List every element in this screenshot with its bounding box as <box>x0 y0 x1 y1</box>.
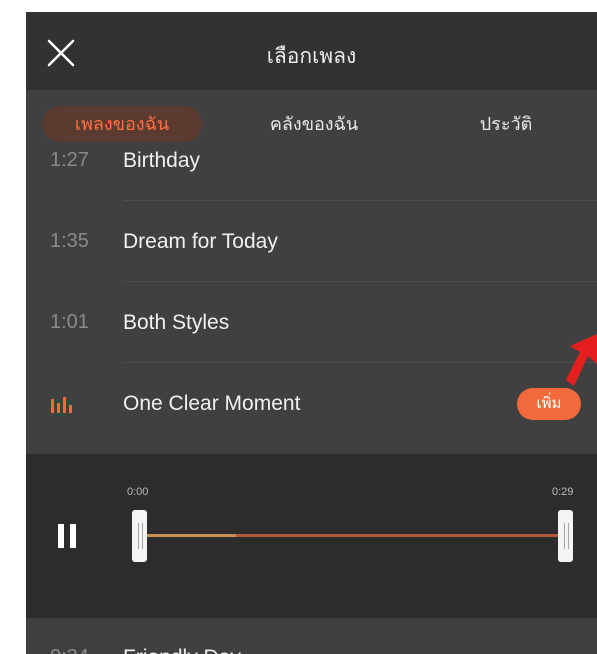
trim-player: 0:00 0:29 <box>26 454 597 618</box>
song-title: Friendly Day <box>123 646 241 654</box>
song-duration: 0:34 <box>50 646 89 654</box>
song-row[interactable]: 1:27 Birthday <box>26 120 597 201</box>
annotation-arrow-icon <box>566 334 597 386</box>
song-row[interactable]: 0:34 Friendly Day <box>26 618 597 654</box>
equalizer-icon <box>51 397 72 413</box>
trim-start-handle[interactable] <box>132 510 147 562</box>
page-title: เลือกเพลง <box>266 45 357 68</box>
song-picker-screen: เลือกเพลง เพลงของฉัน คลังของฉัน ประวัติ … <box>26 12 597 654</box>
song-title: One Clear Moment <box>123 392 301 415</box>
trim-track[interactable] <box>144 534 564 537</box>
song-row-playing[interactable]: One Clear Moment เพิ่ม <box>26 363 597 444</box>
song-title: Dream for Today <box>123 230 278 253</box>
song-duration: 1:27 <box>50 149 89 171</box>
trim-end-time: 0:29 <box>552 486 574 498</box>
pause-button[interactable] <box>56 524 82 552</box>
pause-icon <box>58 524 64 548</box>
song-title: Both Styles <box>123 311 230 334</box>
trim-end-handle[interactable] <box>558 510 573 562</box>
song-row[interactable]: 1:01 Both Styles <box>26 282 597 363</box>
trim-start-time: 0:00 <box>127 486 149 498</box>
add-song-button[interactable]: เพิ่ม <box>517 388 581 420</box>
song-row[interactable]: 1:35 Dream for Today <box>26 201 597 282</box>
song-duration: 1:35 <box>50 230 89 252</box>
song-title: Birthday <box>123 149 201 172</box>
playback-progress <box>144 534 237 537</box>
pause-icon <box>70 524 76 548</box>
header-bar: เลือกเพลง <box>26 12 597 90</box>
song-duration: 1:01 <box>50 311 89 333</box>
